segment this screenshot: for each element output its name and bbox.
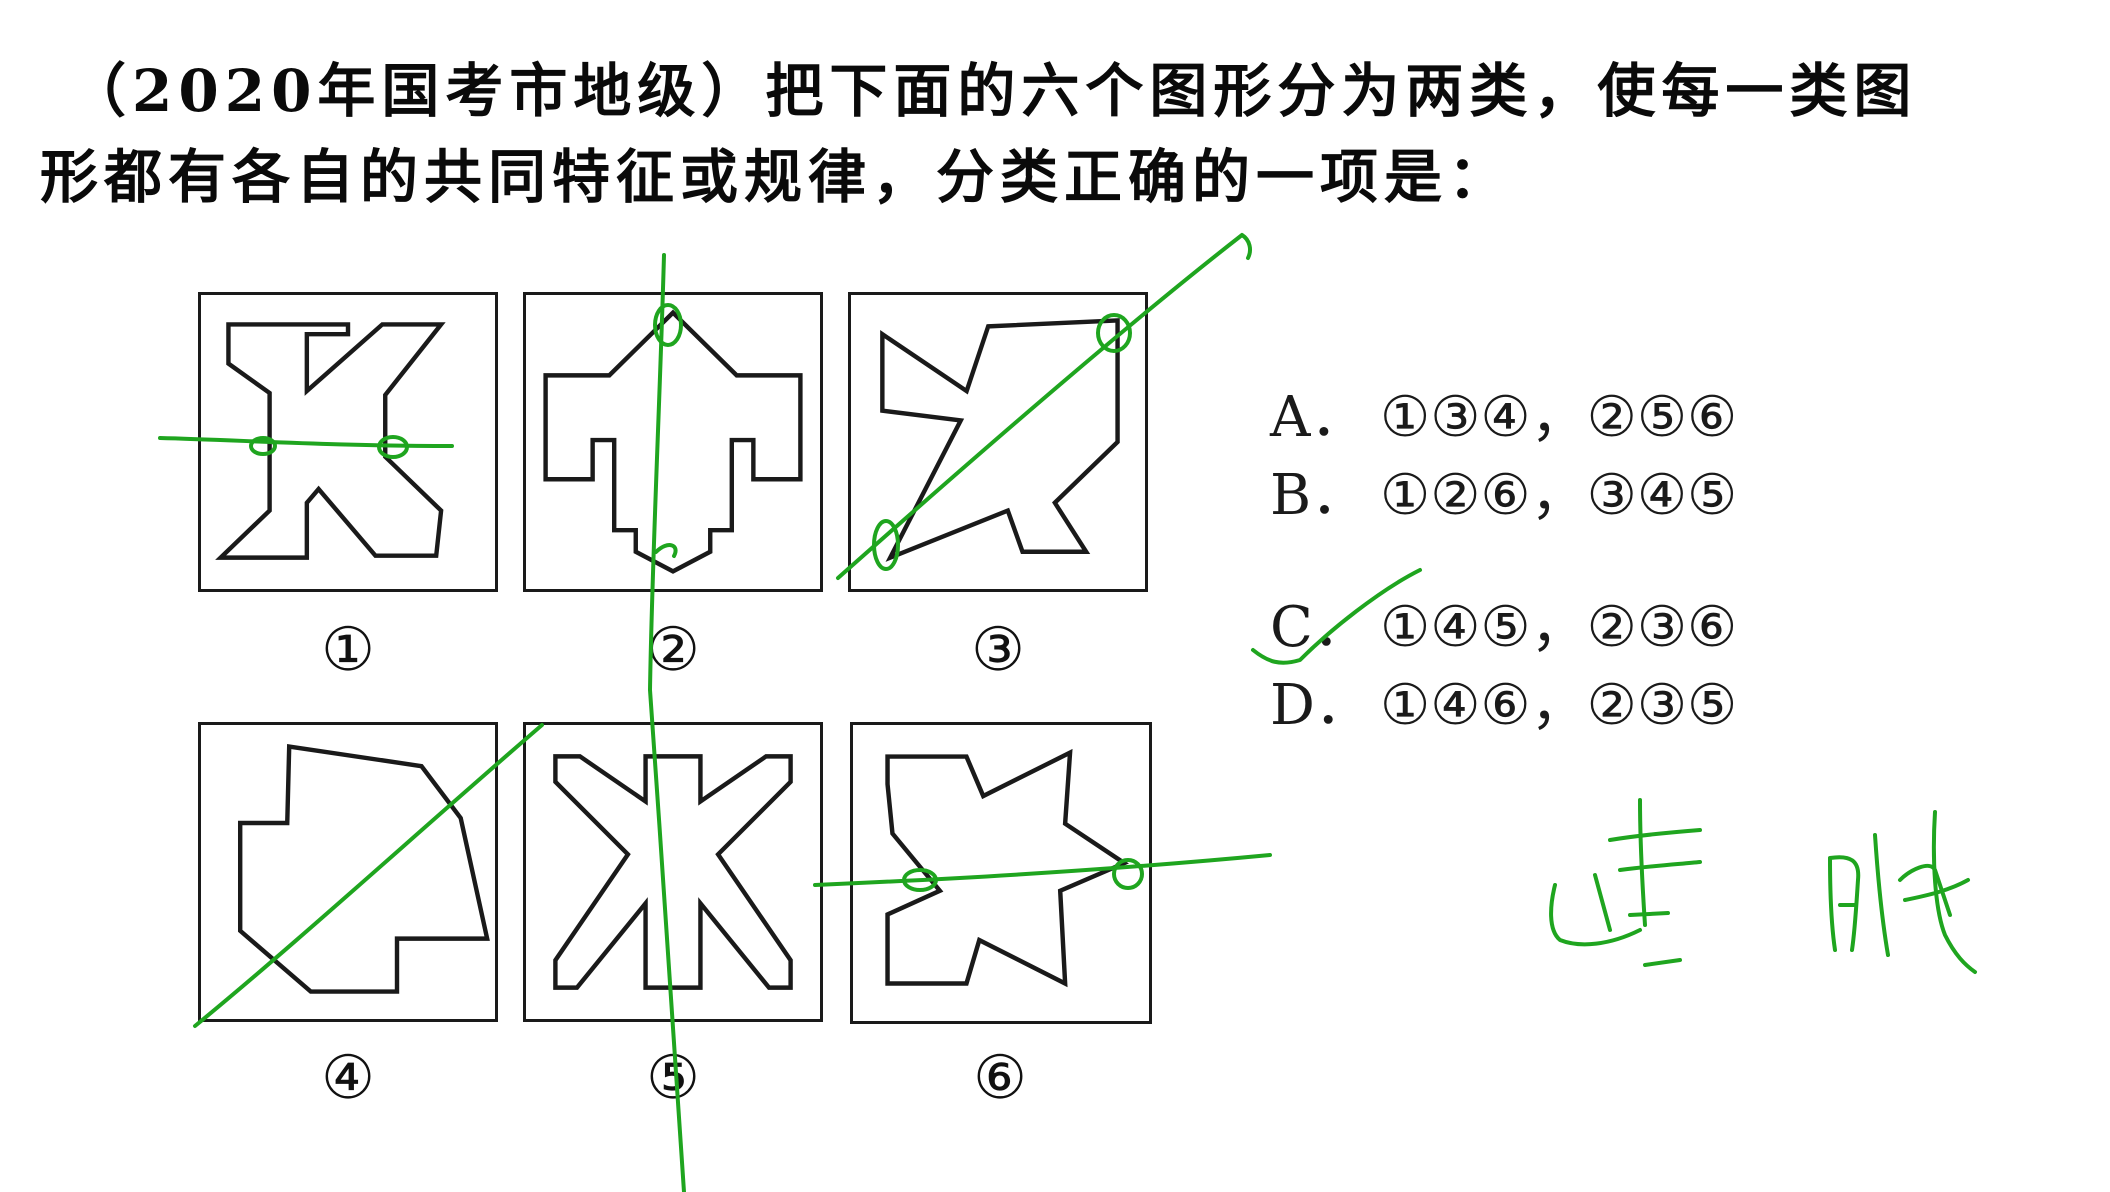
figure-3-shape [880,318,1120,562]
figure-panel-3[interactable] [848,292,1148,592]
handwriting-left-stroke-4 [1628,911,1682,967]
handwriting-left-stroke-3 [1608,828,1702,872]
figure-label-6: ⑥ [973,1043,1027,1113]
handwriting-right-stroke-1 [1828,855,1861,952]
figure-panel-4[interactable] [198,722,498,1022]
question-line-1: （2020年国考市地级）把下面的六个图形分为两类，使每一类图 [68,57,1918,125]
handwriting-right-stroke-5 [1903,878,1970,902]
option-b[interactable]: B． ①②⑥，③④⑤ [1270,450,1737,531]
figure-panel-6[interactable] [850,722,1152,1024]
figure-panel-5[interactable] [523,722,823,1022]
handwriting-left-stroke-2 [1593,798,1647,932]
figure-panel-2[interactable] [523,292,823,592]
handwriting-right-stroke-2 [1838,833,1890,957]
option-a-key: A． [1270,385,1367,450]
option-d-key: D． [1270,673,1371,738]
figure-label-2: ② [646,615,700,685]
question-text: （2020年国考市地级）把下面的六个图形分为两类，使每一类图 形都有各自的共同特… [40,48,2080,220]
handwriting-right-stroke-4 [1931,810,1977,974]
option-a-text: ①③④，②⑤⑥ [1380,385,1738,450]
option-a[interactable]: A． ①③④，②⑤⑥ [1270,372,1737,453]
option-b-key: B． [1270,463,1368,528]
figure-label-4: ④ [321,1043,375,1113]
option-c[interactable]: C． ①④⑤，②③⑥ [1270,582,1737,663]
option-c-key: C． [1270,595,1369,660]
figure-5-shape [553,754,793,990]
option-c-text: ①④⑤，②③⑥ [1380,595,1738,660]
option-b-text: ①②⑥，③④⑤ [1380,463,1738,528]
figure-panel-1[interactable] [198,292,498,592]
figure-label-5: ⑤ [646,1043,700,1113]
figure-label-1: ① [321,615,375,685]
figure-1-shape [215,322,446,560]
figure-6-shape [885,748,1129,988]
handwriting-right-stroke-3 [1898,863,1952,917]
figure-4-shape [237,744,490,994]
handwriting-left-stroke-1 [1549,883,1642,947]
figure-2-shape [543,309,803,574]
figure-label-3: ③ [971,615,1025,685]
question-line-2: 形都有各自的共同特征或规律，分类正确的一项是： [40,143,1513,211]
option-d[interactable]: D． ①④⑥，②③⑤ [1270,660,1737,741]
option-d-text: ①④⑥，②③⑤ [1380,673,1738,738]
